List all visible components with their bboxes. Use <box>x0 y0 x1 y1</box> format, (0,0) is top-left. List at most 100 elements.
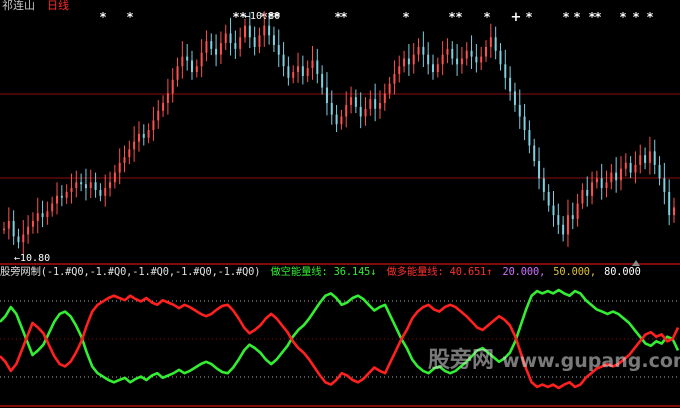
candle-body <box>75 182 78 189</box>
candle-body <box>393 74 396 84</box>
candle-body <box>80 182 83 185</box>
short-energy-value: 做空能量线: 36.145↓ <box>270 266 377 278</box>
candle-body <box>350 97 353 105</box>
candle-body <box>388 83 391 94</box>
candle-body <box>436 64 439 73</box>
candle-body <box>422 46 425 55</box>
asterisk-glyph: * <box>647 10 654 24</box>
candle-body <box>562 224 565 235</box>
candle-body <box>518 104 521 117</box>
candle-body <box>600 178 603 189</box>
candle-body <box>123 157 126 163</box>
asterisk-glyph: * <box>449 10 456 24</box>
candle-body <box>190 60 193 73</box>
candle-body <box>181 56 184 67</box>
candle-body <box>268 25 271 36</box>
candle-body <box>147 130 150 138</box>
candle-body <box>586 190 589 196</box>
candle-body <box>335 114 338 125</box>
candle-body <box>176 66 179 80</box>
asterisk-glyph: * <box>633 10 640 24</box>
candle-body <box>552 205 555 216</box>
candle-body <box>200 52 203 67</box>
candle-body <box>325 87 328 103</box>
candle-body <box>239 37 242 49</box>
candle-body <box>581 190 584 204</box>
indicator-formula[interactable]: 股旁网制(-1.#Q0,-1.#Q0,-1.#Q0,-1.#Q0,-1.#Q0) <box>0 266 260 278</box>
candle-body <box>624 162 627 169</box>
candlestick-series <box>3 11 675 254</box>
asterisk-glyph: * <box>526 10 533 24</box>
period-label[interactable]: 日线 <box>47 0 69 12</box>
candle-body <box>70 188 73 192</box>
candle-body <box>234 43 237 49</box>
candle-body <box>441 54 444 65</box>
candle-body <box>629 162 632 173</box>
candle-body <box>292 72 295 78</box>
candle-body <box>619 168 622 181</box>
candle-body <box>504 64 507 78</box>
asterisk-glyph: * <box>100 10 107 24</box>
candle-body <box>219 43 222 55</box>
candle-body <box>378 103 381 109</box>
candle-body <box>133 141 136 150</box>
candle-body <box>364 108 367 117</box>
watermark: 股旁网 www.gupang.com <box>428 350 680 372</box>
candle-body <box>374 99 377 109</box>
candle-body <box>3 228 5 231</box>
watermark-brand: 股旁网 <box>428 348 495 373</box>
candle-body <box>162 103 165 111</box>
candle-body <box>51 203 54 212</box>
candle-body <box>470 50 473 57</box>
candle-body <box>403 58 406 67</box>
chart-canvas: *************+******** <box>0 10 680 407</box>
candle-body <box>311 60 314 69</box>
candle-body <box>533 145 536 161</box>
asterisk-glyph: * <box>456 10 463 24</box>
candle-body <box>451 48 454 59</box>
candle-body <box>648 151 651 163</box>
candle-body <box>306 68 309 76</box>
candle-body <box>460 58 463 65</box>
low-price-label: ←10.80 <box>14 253 51 264</box>
candle-body <box>595 178 598 183</box>
asterisk-glyph: * <box>620 10 627 24</box>
candle-body <box>499 50 502 65</box>
long-energy-value: 做多能量线: 40.651↑ <box>386 266 493 278</box>
candle-body <box>576 203 579 219</box>
candle-body <box>673 207 675 216</box>
candle-body <box>297 66 300 73</box>
candle-body <box>354 97 357 107</box>
chart-title: 祁连山 日线 <box>2 0 69 12</box>
high-price-label: ←10.80 <box>244 11 281 22</box>
candle-body <box>605 182 608 189</box>
candle-body <box>224 33 227 44</box>
candle-body <box>369 99 372 109</box>
candle-body <box>277 45 280 55</box>
long-energy-line <box>0 294 680 390</box>
candle-body <box>658 164 661 179</box>
candle-body <box>653 151 656 165</box>
candle-body <box>56 195 59 204</box>
candle-body <box>195 66 198 73</box>
candle-body <box>287 66 290 78</box>
candle-body <box>513 91 516 105</box>
candle-body <box>528 130 531 146</box>
candle-body <box>7 220 10 229</box>
candle-body <box>22 234 25 243</box>
asterisk-glyph: * <box>595 10 602 24</box>
candle-body <box>668 191 671 216</box>
signal-marker-row: *************+******** <box>100 10 654 25</box>
candle-body <box>566 215 569 235</box>
asterisk-glyph: * <box>484 10 491 24</box>
candle-body <box>663 178 666 192</box>
indicator-legend: 股旁网制(-1.#Q0,-1.#Q0,-1.#Q0,-1.#Q0,-1.#Q0)… <box>0 266 645 278</box>
candle-body <box>412 54 415 65</box>
candle-body <box>330 103 333 115</box>
candle-body <box>359 106 362 117</box>
candle-body <box>407 58 410 65</box>
candle-body <box>465 50 468 59</box>
candle-body <box>166 93 169 103</box>
watermark-url: www.gupang.com <box>502 350 680 372</box>
candle-body <box>128 149 131 158</box>
